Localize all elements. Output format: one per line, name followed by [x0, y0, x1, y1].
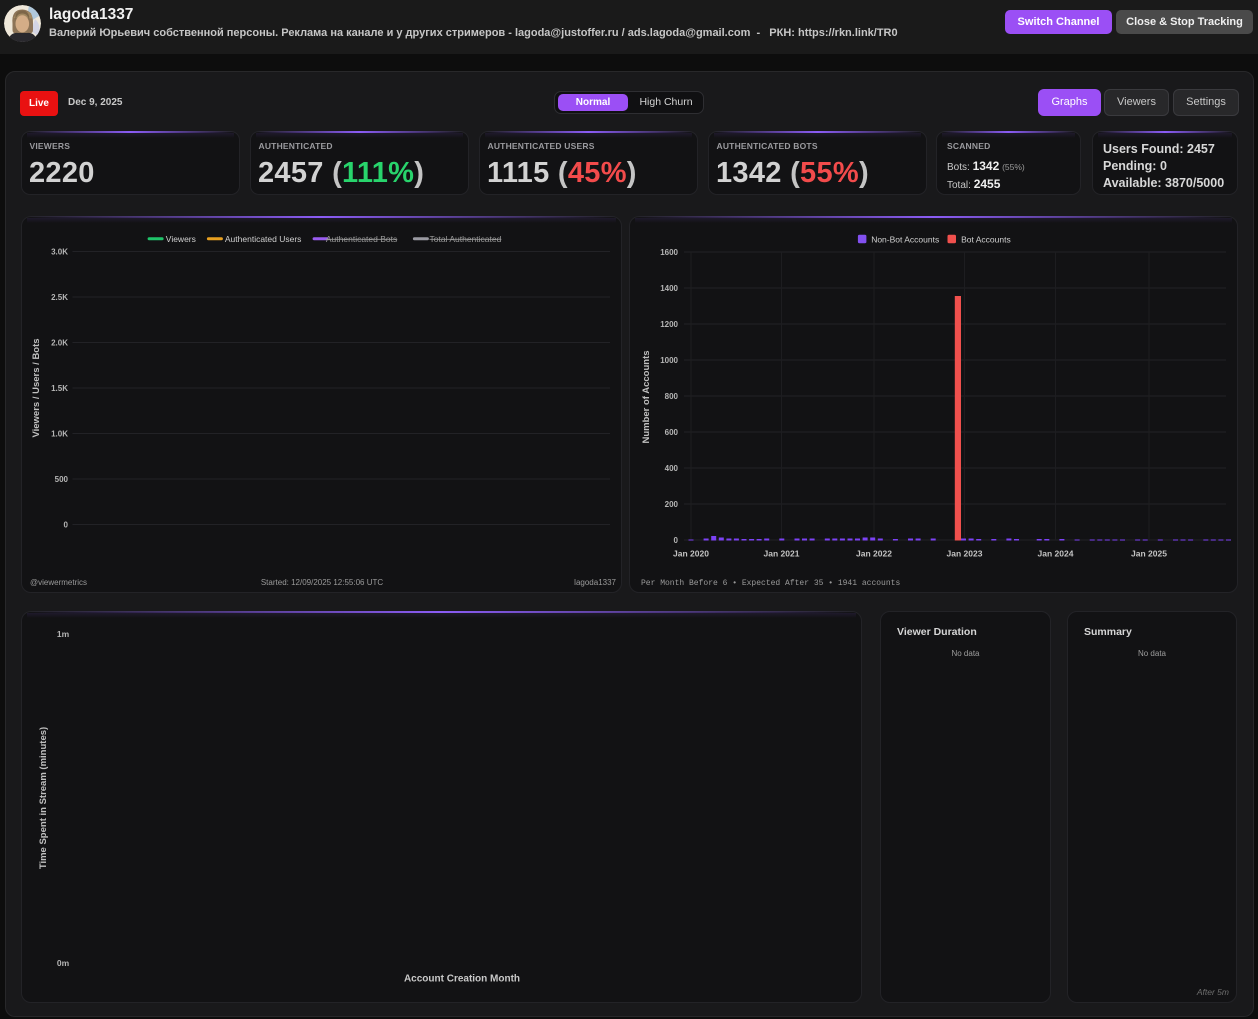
- svg-text:400: 400: [665, 464, 679, 473]
- svg-text:1.0K: 1.0K: [51, 430, 68, 439]
- svg-text:3.0K: 3.0K: [51, 248, 68, 257]
- svg-text:Viewers / Users / Bots: Viewers / Users / Bots: [31, 338, 42, 437]
- svg-text:Jan 2022: Jan 2022: [856, 549, 892, 559]
- svg-text:Jan 2020: Jan 2020: [673, 549, 709, 559]
- svg-text:500: 500: [55, 475, 69, 484]
- svg-text:Jan 2021: Jan 2021: [764, 549, 800, 559]
- svg-text:600: 600: [665, 428, 679, 437]
- svg-text:1.5K: 1.5K: [51, 384, 68, 393]
- svg-text:0m: 0m: [57, 958, 70, 968]
- svg-text:Started: 12/09/2025 12:55:06 U: Started: 12/09/2025 12:55:06 UTC: [261, 578, 384, 587]
- svg-text:800: 800: [665, 392, 679, 401]
- svg-text:@viewermetrics: @viewermetrics: [30, 578, 87, 587]
- svg-text:1200: 1200: [660, 320, 678, 329]
- svg-text:1000: 1000: [660, 356, 678, 365]
- svg-text:1m: 1m: [57, 629, 70, 639]
- svg-text:Number of Accounts: Number of Accounts: [641, 350, 652, 443]
- svg-text:Per Month Before 6 • Expected: Per Month Before 6 • Expected After 35 •…: [641, 579, 900, 588]
- svg-text:1400: 1400: [660, 284, 678, 293]
- svg-text:2.0K: 2.0K: [51, 339, 68, 348]
- svg-text:200: 200: [665, 500, 679, 509]
- svg-text:Account Creation Month: Account Creation Month: [404, 974, 520, 985]
- svg-text:Authenticated Bots: Authenticated Bots: [326, 234, 397, 244]
- svg-text:0: 0: [64, 521, 69, 530]
- svg-text:Time Spent in Stream (minutes): Time Spent in Stream (minutes): [38, 727, 49, 869]
- svg-text:0: 0: [674, 536, 679, 545]
- svg-text:Authenticated Users: Authenticated Users: [225, 234, 302, 244]
- svg-text:Jan 2024: Jan 2024: [1038, 549, 1074, 559]
- svg-text:Jan 2023: Jan 2023: [947, 549, 983, 559]
- svg-text:Non-Bot Accounts: Non-Bot Accounts: [871, 235, 939, 245]
- svg-text:Total Authenticated: Total Authenticated: [430, 234, 502, 244]
- svg-text:Bot Accounts: Bot Accounts: [961, 235, 1011, 245]
- svg-text:Viewers: Viewers: [166, 234, 196, 244]
- svg-text:Jan 2025: Jan 2025: [1131, 549, 1167, 559]
- svg-text:lagoda1337: lagoda1337: [574, 578, 616, 587]
- svg-text:1600: 1600: [660, 248, 678, 257]
- svg-text:2.5K: 2.5K: [51, 293, 68, 302]
